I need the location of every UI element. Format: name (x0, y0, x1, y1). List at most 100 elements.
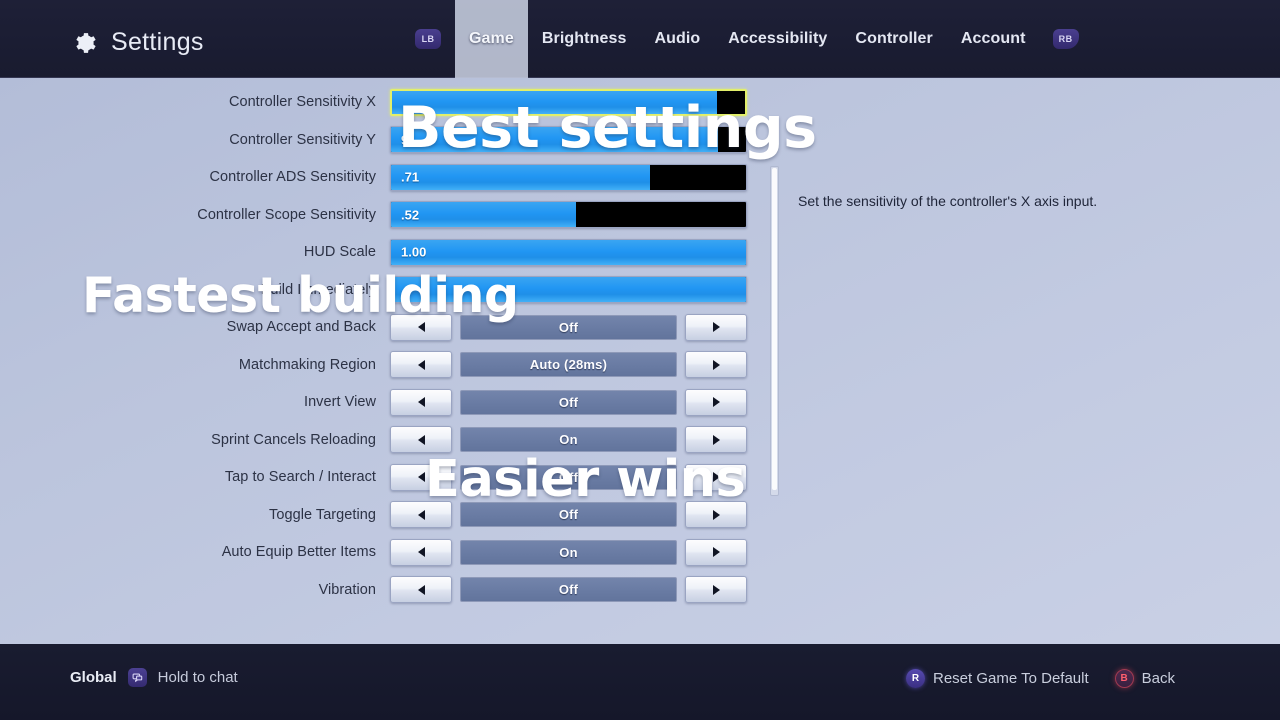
title-group: Settings (70, 28, 204, 57)
setting-label: Tap to Search / Interact (224, 469, 376, 485)
arrow-right-icon[interactable] (685, 426, 747, 453)
setting-toggle: Off (390, 501, 747, 528)
settings-scrollbar[interactable] (770, 166, 779, 496)
arrow-right-icon[interactable] (685, 576, 747, 603)
toggle-value: Off (460, 464, 677, 490)
setting-row[interactable]: Auto Equip Better Items On (0, 537, 790, 567)
left-bumper-icon[interactable]: LB (415, 29, 441, 49)
arrow-right-icon[interactable] (685, 538, 747, 566)
arrow-right-icon[interactable] (685, 313, 747, 341)
setting-row[interactable]: Sprint Cancels Reloading On (0, 425, 790, 455)
right-stick-icon: R (906, 669, 925, 688)
setting-row[interactable]: Invert View Off (0, 387, 790, 417)
setting-toggle: Off (390, 576, 747, 603)
tab-brightness[interactable]: Brightness (528, 0, 641, 78)
setting-slider[interactable]: 1.00 (390, 238, 747, 266)
setting-toggle: On (390, 538, 747, 566)
settings-rows-container: Controller Sensitivity X Controller Sensi… (0, 78, 790, 644)
tab-audio[interactable]: Audio (640, 0, 714, 78)
toggle-value: Off (460, 389, 677, 415)
setting-description: Set the sensitivity of the controller's … (798, 193, 1098, 209)
slider-fill (391, 277, 746, 302)
setting-label: Matchmaking Region (238, 356, 376, 373)
chat-pad-icon (127, 668, 147, 687)
setting-slider[interactable] (390, 276, 747, 303)
tab-game[interactable]: Game (455, 0, 528, 78)
setting-row[interactable]: Controller Sensitivity X (0, 87, 790, 117)
setting-toggle: On (390, 426, 747, 453)
setting-label: Build Immediately (260, 281, 376, 298)
reset-game-to-default-button[interactable]: R Reset Game To Default (906, 669, 1089, 688)
setting-label: Toggle Targeting (269, 506, 376, 523)
setting-row[interactable]: Swap Accept and Back Off (0, 312, 790, 342)
arrow-left-icon[interactable] (390, 576, 452, 603)
setting-toggle: Auto (28ms) (390, 351, 747, 378)
settings-main-panel: Controller Sensitivity X Controller Sensi… (0, 78, 1280, 705)
setting-row[interactable]: Controller Sensitivity Y 9 (0, 125, 790, 155)
setting-label: Controller Sensitivity X (228, 94, 376, 110)
setting-row[interactable]: Vibration Off (0, 575, 790, 605)
reset-button-label: Reset Game To Default (933, 670, 1089, 687)
top-bar: Settings LB Game Brightness Audio Access… (0, 0, 1280, 78)
arrow-right-icon[interactable] (685, 501, 747, 528)
slider-fill (391, 127, 718, 152)
setting-row[interactable]: Matchmaking Region Auto (28ms) (0, 350, 790, 380)
tab-accessibility[interactable]: Accessibility (714, 0, 841, 78)
setting-label: Controller ADS Sensitivity (209, 169, 376, 185)
slider-value: .71 (401, 169, 420, 185)
setting-label: Controller Sensitivity Y (229, 131, 376, 148)
setting-row[interactable]: Controller Scope Sensitivity .52 (0, 200, 790, 230)
arrow-right-icon[interactable] (685, 351, 747, 378)
setting-label: HUD Scale (303, 244, 376, 260)
arrow-left-icon[interactable] (390, 426, 452, 453)
setting-slider[interactable] (390, 88, 747, 116)
setting-row[interactable]: HUD Scale 1.00 (0, 237, 790, 267)
setting-row[interactable]: Build Immediately (0, 275, 790, 305)
setting-slider[interactable]: .71 (390, 163, 747, 191)
back-button[interactable]: B Back (1114, 669, 1175, 688)
arrow-left-icon[interactable] (390, 538, 452, 566)
toggle-value: On (460, 539, 677, 565)
slider-fill (391, 239, 746, 265)
setting-row[interactable]: Controller ADS Sensitivity .71 (0, 162, 790, 192)
setting-row[interactable]: Tap to Search / Interact Off (0, 462, 790, 492)
setting-row[interactable]: Toggle Targeting Off (0, 500, 790, 530)
toggle-value: Off (460, 502, 677, 527)
slider-value: 9 (401, 132, 409, 147)
toggle-value: Off (460, 577, 677, 602)
setting-slider[interactable]: 9 (390, 126, 747, 153)
setting-label: Auto Equip Better Items (221, 544, 376, 560)
slider-fill (392, 90, 717, 114)
setting-slider[interactable]: .52 (390, 201, 747, 228)
toggle-value: Auto (28ms) (460, 352, 677, 377)
arrow-left-icon[interactable] (390, 463, 452, 491)
tab-controller[interactable]: Controller (841, 0, 946, 78)
back-button-label: Back (1141, 670, 1175, 687)
tab-account[interactable]: Account (947, 0, 1040, 78)
chat-channel-label[interactable]: Global (70, 669, 117, 686)
setting-label: Sprint Cancels Reloading (211, 431, 376, 448)
arrow-right-icon[interactable] (685, 463, 747, 491)
page-title: Settings (111, 28, 204, 56)
hold-to-chat-label[interactable]: Hold to chat (158, 669, 238, 686)
toggle-value: Off (460, 314, 677, 340)
bottom-actions: R Reset Game To Default B Back (906, 669, 1175, 688)
arrow-right-icon[interactable] (685, 388, 747, 416)
settings-nav-tabs: LB Game Brightness Audio Accessibility C… (415, 0, 1079, 78)
slider-fill (391, 164, 651, 190)
chat-controls: Global Hold to chat (70, 668, 238, 687)
setting-label: Controller Scope Sensitivity (197, 206, 376, 223)
setting-label: Swap Accept and Back (226, 319, 376, 335)
scrollbar-thumb[interactable] (772, 168, 777, 490)
right-bumper-icon[interactable]: RB (1052, 29, 1079, 49)
arrow-left-icon[interactable] (390, 351, 452, 378)
arrow-left-icon[interactable] (390, 313, 452, 341)
slider-value: 1.00 (401, 244, 427, 260)
arrow-left-icon[interactable] (390, 388, 452, 416)
arrow-left-icon[interactable] (390, 501, 452, 528)
setting-label: Vibration (318, 581, 376, 598)
gear-icon (70, 29, 98, 57)
setting-label: Invert View (303, 394, 376, 410)
toggle-value: On (460, 427, 677, 452)
slider-value: .52 (401, 207, 420, 222)
